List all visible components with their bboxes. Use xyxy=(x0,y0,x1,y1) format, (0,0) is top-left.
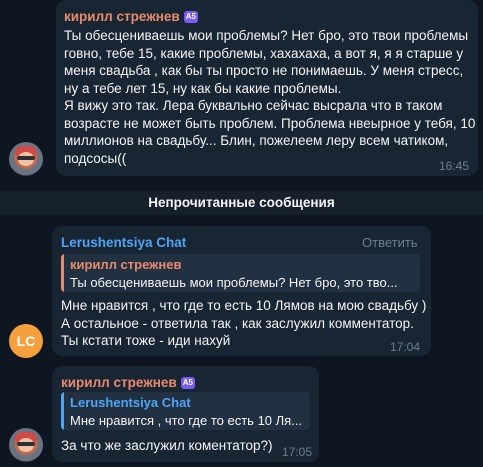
author-name[interactable]: кирилл стрежнев xyxy=(64,9,180,24)
message-line: подсосы(( xyxy=(64,150,127,166)
reply-bar xyxy=(61,254,64,292)
message-time: 16:45 xyxy=(439,159,470,173)
user-avatar[interactable] xyxy=(9,428,43,462)
message-line: Я вижу это так. Лера буквально сейчас вы… xyxy=(64,98,443,113)
author-name[interactable]: кирилл стрежнев xyxy=(61,375,177,390)
message-line: миллионов на свадьбу... Блин, пожелеем л… xyxy=(64,133,449,148)
avatar-glasses xyxy=(17,156,35,160)
reply-quote[interactable]: Lerushentsiya Chat Мне нравится , что гд… xyxy=(61,392,310,430)
message-author[interactable]: кирилл стрежнев A5 xyxy=(61,375,195,390)
reply-text: Ты обесцениваешь мои проблемы? Нет бро, … xyxy=(70,275,398,290)
message-line: ну а тебе лет 15, ну как бы какие пробле… xyxy=(64,80,342,96)
avatar-glasses xyxy=(17,442,35,446)
message-line: возрасте не может быть проблем. Проблема… xyxy=(64,115,476,131)
reply-bar xyxy=(61,392,64,430)
reply-text: Мне нравится , что где то есть 10 Ля... xyxy=(70,413,303,428)
message-author[interactable]: Lerushentsiya Chat xyxy=(61,235,186,250)
reply-author: кирилл стрежнев xyxy=(70,257,182,272)
message-line: Ты обесцениваешь мои проблемы? Нет бро, … xyxy=(64,28,469,43)
unread-divider-label: Непрочитанные сообщения xyxy=(148,195,335,210)
chat-avatar[interactable]: LC xyxy=(9,324,43,358)
premium-badge-icon: A5 xyxy=(183,11,198,24)
unread-divider: Непрочитанные сообщения xyxy=(0,191,483,215)
reply-button[interactable]: Ответить xyxy=(362,235,418,250)
premium-badge-icon: A5 xyxy=(180,377,195,390)
message-time: 17:05 xyxy=(282,445,313,459)
message-line: За что же заслужил коментатор?) xyxy=(61,438,273,453)
message-line: А остальное - ответила так , как заслужи… xyxy=(61,315,414,331)
message-line: говно, тебе 15, какие проблемы, хахахаха… xyxy=(64,45,464,61)
message-line: Мне нравится , что где то есть 10 Лямов … xyxy=(61,298,427,313)
message-line: Ты кстати тоже - иди нахуй xyxy=(61,333,231,348)
reply-quote[interactable]: кирилл стрежнев Ты обесцениваешь мои про… xyxy=(61,254,420,292)
reply-author: Lerushentsiya Chat xyxy=(70,395,191,410)
message-line: меня свадьба , как бы ты просто не поним… xyxy=(64,63,464,78)
message-author[interactable]: кирилл стрежнев A5 xyxy=(64,9,198,24)
message-time: 17:04 xyxy=(390,340,421,354)
user-avatar[interactable] xyxy=(9,142,43,176)
